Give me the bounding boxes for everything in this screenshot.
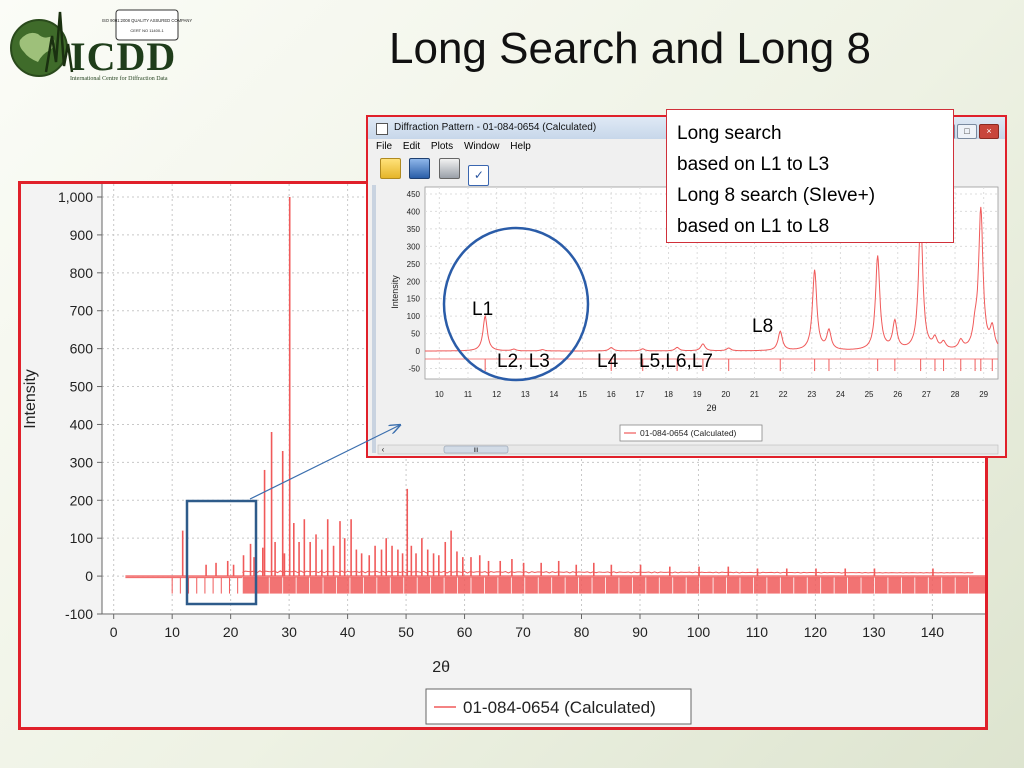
main-x-tick-label: 10 [164,624,180,640]
inset-x-tick-label: 13 [521,390,530,399]
inset-x-axis-label: 2θ [706,403,716,413]
iso-badge-cert: CERT NO 11400-1 [130,28,164,33]
inset-y-axis-label: Intensity [390,275,400,309]
callout-line-1: Long search [677,123,782,144]
main-x-tick-label: 30 [281,624,297,640]
inset-x-tick-label: 26 [893,390,902,399]
inset-y-tick-label: -50 [408,365,420,374]
main-x-tick-label: 50 [398,624,414,640]
inset-horizontal-scrollbar[interactable]: III ‹ [377,444,999,455]
callout-line-2: based on L1 to L3 [677,154,830,175]
inset-x-tick-label: 25 [865,390,874,399]
inset-x-tick-label: 15 [578,390,587,399]
inset-x-tick-label: 12 [492,390,501,399]
inset-x-tick-label: 21 [750,390,759,399]
main-x-tick-label: 20 [223,624,239,640]
icddd-logo: ISO 9001:2008 QUALITY ASSURED COMPANY CE… [10,9,193,82]
label-l8: L8 [752,316,774,337]
main-x-tick-label: 60 [457,624,473,640]
inset-scrollbar-grip: III [473,448,478,454]
logo-tagline: International Centre for Diffraction Dat… [70,75,168,82]
iso-badge-text: ISO 9001:2008 QUALITY ASSURED COMPANY [102,18,193,23]
logo-brand: ICDD [70,34,176,79]
inset-y-tick-label: 450 [407,190,421,199]
main-y-tick-label: 300 [70,454,94,470]
main-x-tick-label: 120 [804,624,828,640]
inset-x-tick-label: 23 [807,390,816,399]
inset-y-tick-label: 250 [407,260,421,269]
inset-x-tick-label: 16 [607,390,616,399]
main-reference-stick-band [242,577,985,594]
main-x-tick-label: 130 [862,624,886,640]
inset-scroll-left-icon: ‹ [382,445,385,454]
main-y-tick-label: 600 [70,341,94,357]
label-l1: L1 [472,299,494,320]
main-x-tick-label: 0 [110,624,118,640]
main-x-tick-label: 40 [340,624,356,640]
callout-line-3: Long 8 search (SIeve+) [677,185,876,206]
main-x-tick-label: 110 [746,624,769,640]
label-l4: L4 [597,351,619,372]
inset-x-tick-label: 28 [951,390,960,399]
inset-y-tick-label: 200 [407,277,421,286]
inset-side-panel [372,185,376,453]
main-y-tick-label: 1,000 [58,189,93,205]
main-x-tick-label: 70 [515,624,531,640]
main-y-tick-label: 900 [70,227,94,243]
inset-x-tick-label: 18 [664,390,673,399]
inset-x-tick-label: 19 [693,390,702,399]
callout-line-4: based on L1 to L8 [677,216,830,237]
main-y-tick-label: 800 [70,265,94,281]
inset-y-tick-label: 350 [407,225,421,234]
main-y-tick-label: 400 [70,416,94,432]
inset-x-tick-label: 11 [464,390,473,399]
inset-x-tick-label: 20 [721,390,730,399]
inset-y-tick-label: 400 [407,207,421,216]
main-x-axis-label: 2θ [432,659,450,676]
main-y-axis-label: Intensity [22,369,39,429]
main-x-tick-label: 90 [632,624,648,640]
label-l2-l3: L2, L3 [497,351,550,372]
inset-y-tick-label: 100 [407,312,421,321]
inset-y-tick-label: 150 [407,295,421,304]
inset-x-tick-label: 27 [922,390,931,399]
main-y-tick-label: 100 [70,530,94,546]
main-y-tick-label: 0 [85,568,93,584]
inset-legend: 01-084-0654 (Calculated) [619,424,763,442]
label-l5-l7: L5,L6,L7 [639,351,713,372]
slide-title: Long Search and Long 8 [389,24,871,73]
inset-y-tick-label: 0 [416,347,421,356]
main-y-tick-label: 200 [70,492,94,508]
inset-legend-label: 01-084-0654 (Calculated) [640,428,737,438]
main-y-tick-label: 700 [70,303,94,319]
main-y-tick-label: 500 [70,379,94,395]
main-x-tick-label: 80 [574,624,590,640]
inset-x-tick-label: 10 [435,390,444,399]
main-legend-label: 01-084-0654 (Calculated) [463,698,656,717]
inset-y-tick-label: 50 [411,330,420,339]
inset-x-tick-label: 24 [836,390,845,399]
inset-x-tick-label: 29 [979,390,988,399]
inset-x-tick-label: 17 [635,390,644,399]
callout-box: Long search based on L1 to L3 Long 8 sea… [666,109,954,243]
inset-x-tick-label: 22 [779,390,788,399]
inset-y-tick-label: 300 [407,242,421,251]
main-legend: 01-084-0654 (Calculated) [425,688,692,725]
main-y-tick-label: -100 [65,606,93,622]
main-x-tick-label: 140 [921,624,945,640]
inset-x-tick-label: 14 [549,390,558,399]
main-x-tick-label: 100 [687,624,711,640]
